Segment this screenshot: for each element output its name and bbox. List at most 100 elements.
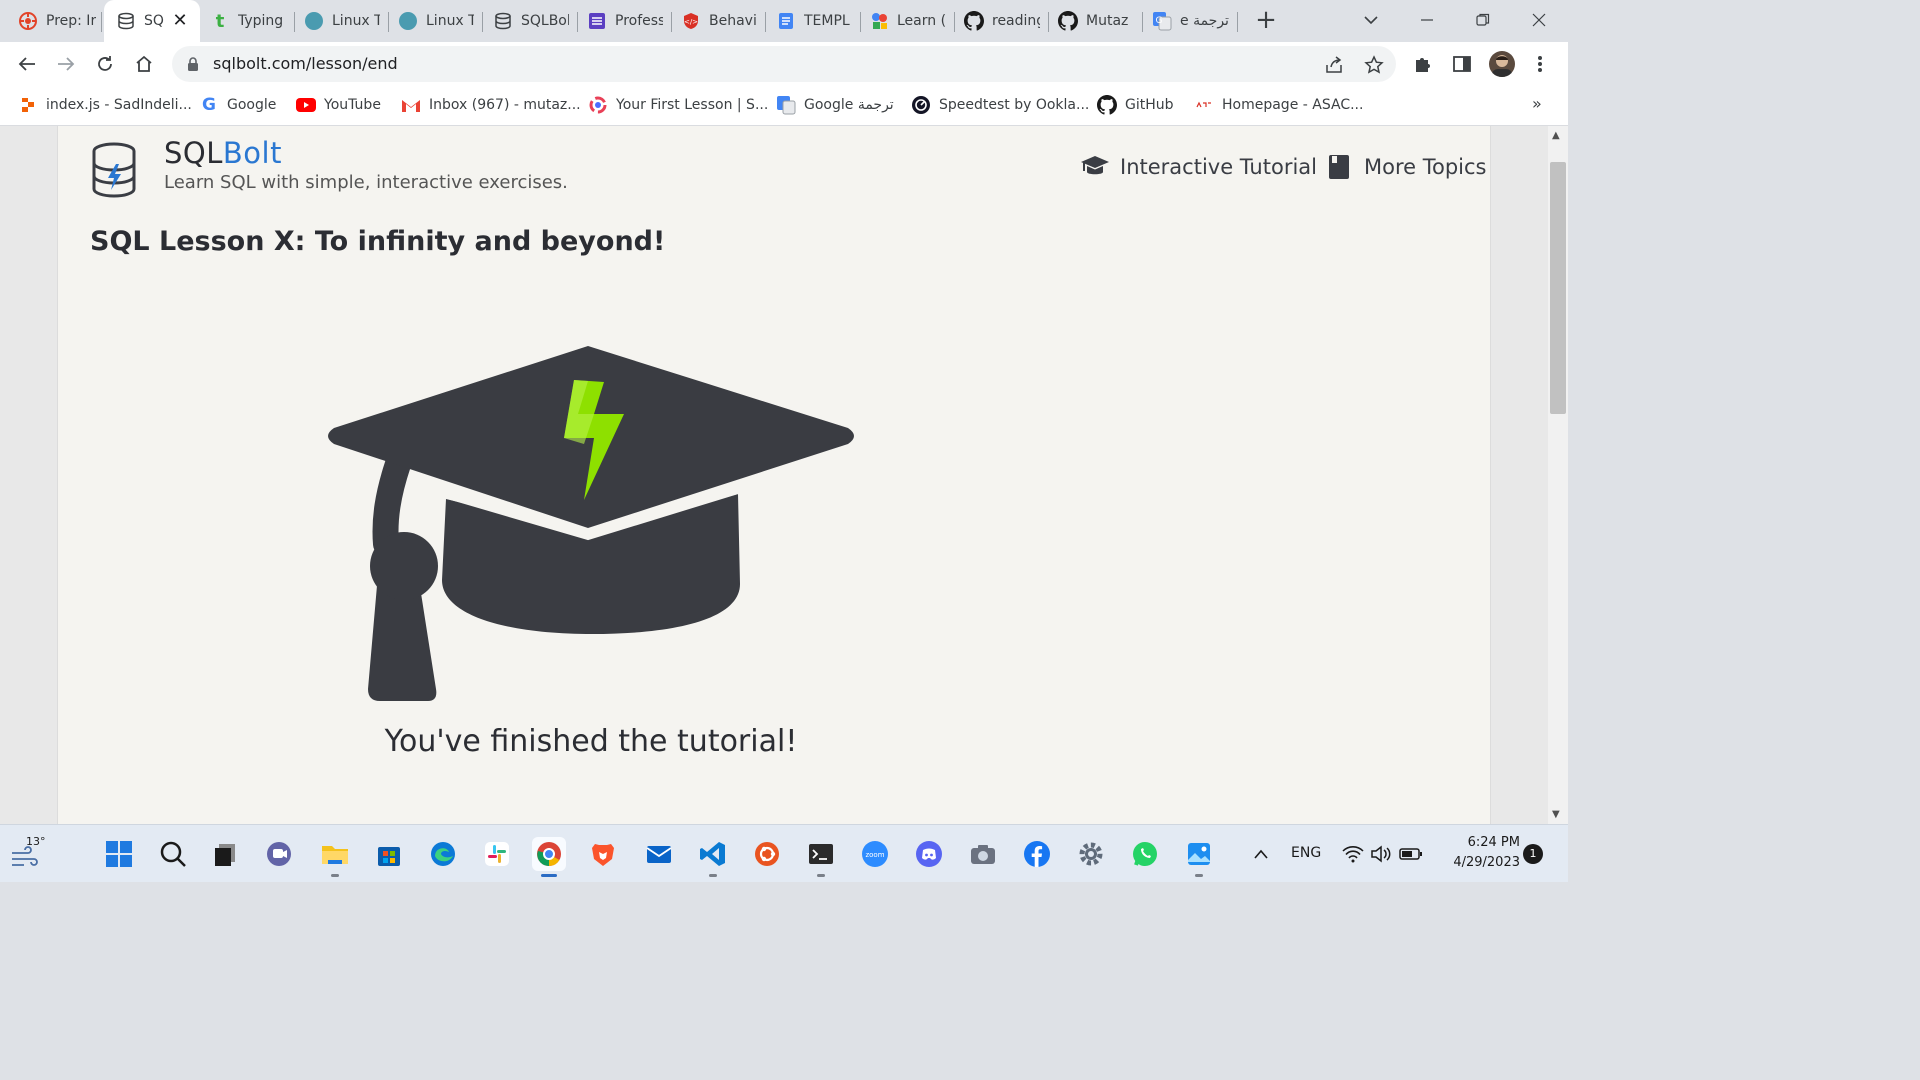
bookmark-label: Speedtest by Ookla... xyxy=(939,97,1090,113)
svg-text:</>: </> xyxy=(684,18,698,26)
tab-reading[interactable]: reading xyxy=(964,6,1040,36)
swirl-icon xyxy=(588,95,608,115)
chat-app[interactable] xyxy=(262,837,296,871)
discord-icon xyxy=(916,841,942,867)
show-hidden-icons-button[interactable] xyxy=(1244,837,1278,871)
circle-icon xyxy=(398,11,418,31)
whatsapp-app[interactable] xyxy=(1128,837,1162,871)
reload-button[interactable] xyxy=(91,50,119,78)
search-button[interactable] xyxy=(156,837,190,871)
scroll-down-icon[interactable]: ▼ xyxy=(1552,809,1560,820)
restore-button[interactable] xyxy=(1468,6,1498,34)
tab-title: Linux T xyxy=(426,13,474,29)
bookmark-label: Google ترجمة xyxy=(804,97,894,113)
home-button[interactable] xyxy=(130,50,158,78)
bookmarks-overflow-button[interactable]: » xyxy=(1532,94,1542,113)
notification-badge[interactable]: 1 xyxy=(1523,844,1543,864)
settings-app[interactable] xyxy=(1074,837,1108,871)
file-explorer-app[interactable] xyxy=(318,837,352,877)
page-viewport: SQLBolt Learn SQL with simple, interacti… xyxy=(0,126,1568,824)
nav-more-topics[interactable]: More Topics xyxy=(1324,152,1487,182)
battery-status[interactable] xyxy=(1394,837,1428,871)
bookmark-item[interactable]: Homepage - ASAC... xyxy=(1194,94,1363,116)
github-icon xyxy=(1058,11,1078,31)
store-app[interactable] xyxy=(372,837,406,871)
zoom-app[interactable]: zoom xyxy=(858,837,892,871)
nav-interactive-tutorial[interactable]: Interactive Tutorial xyxy=(1080,152,1317,182)
tab-learn[interactable]: Learn ( xyxy=(869,6,945,36)
svg-text:G: G xyxy=(1156,16,1163,26)
back-button[interactable] xyxy=(13,50,41,78)
mail-app[interactable] xyxy=(642,837,676,871)
tab-sqlbolt[interactable]: SQLBol xyxy=(493,6,569,36)
camera-app[interactable] xyxy=(966,837,1000,871)
tab-mutaz[interactable]: Mutaz xyxy=(1058,6,1134,36)
chrome-app[interactable] xyxy=(532,837,566,877)
chrome-menu-button[interactable] xyxy=(1528,52,1552,76)
site-title[interactable]: SQLBolt xyxy=(164,136,282,170)
tab-linux-2[interactable]: Linux T xyxy=(398,6,474,36)
volume-status[interactable] xyxy=(1364,837,1398,871)
ubuntu-app[interactable] xyxy=(750,837,784,871)
close-window-button[interactable] xyxy=(1524,6,1554,34)
battery-icon xyxy=(1399,848,1422,860)
weather-widget[interactable]: 13° xyxy=(10,833,56,873)
svg-text:zoom: zoom xyxy=(865,851,884,859)
profile-avatar[interactable] xyxy=(1489,51,1515,77)
tab-prep[interactable]: Prep: Ir xyxy=(18,6,98,36)
tab-templ[interactable]: TEMPL xyxy=(776,6,852,36)
bookmark-item[interactable]: Your First Lesson | S... xyxy=(588,94,768,116)
page-scrollbar[interactable]: ▲ ▼ xyxy=(1548,126,1568,824)
tab-separator xyxy=(101,12,102,32)
sqlbolt-logo-icon[interactable] xyxy=(90,142,138,198)
bookmark-item[interactable]: Google ترجمة xyxy=(776,94,894,116)
discord-app[interactable] xyxy=(912,837,946,871)
task-view-button[interactable] xyxy=(208,837,242,871)
tab-title: Behavi xyxy=(709,13,757,29)
windows-start-icon xyxy=(106,841,132,867)
extensions-button[interactable] xyxy=(1411,52,1435,76)
address-bar[interactable]: sqlbolt.com/lesson/end xyxy=(172,46,1396,82)
tab-profess[interactable]: Profess xyxy=(587,6,663,36)
store-icon xyxy=(378,847,400,866)
bookmark-item[interactable]: Speedtest by Ookla... xyxy=(911,94,1089,116)
terminal-app[interactable] xyxy=(804,837,838,877)
edge-app[interactable] xyxy=(426,837,460,871)
forward-button[interactable] xyxy=(52,50,80,78)
tab-search-button[interactable] xyxy=(1356,6,1386,34)
tab-sqlbolt-active[interactable]: SQ ✕ xyxy=(104,0,200,42)
completion-message: You've finished the tutorial! xyxy=(384,724,798,759)
site-tagline: Learn SQL with simple, interactive exerc… xyxy=(164,172,568,193)
system-clock[interactable]: 6:24 PM 4/29/2023 xyxy=(1434,833,1520,873)
scrollbar-thumb[interactable] xyxy=(1550,162,1566,414)
tab-translate[interactable]: G e ترجمة xyxy=(1152,6,1234,36)
bookmark-item[interactable]: G Google xyxy=(199,94,276,116)
minimize-button[interactable] xyxy=(1412,6,1442,34)
tab-linux-1[interactable]: Linux T xyxy=(304,6,380,36)
tab-behavi[interactable]: </> Behavi xyxy=(681,6,757,36)
vscode-app[interactable] xyxy=(696,837,730,877)
bookmark-item[interactable]: index.js - SadIndeli... xyxy=(18,94,192,116)
bookmark-item[interactable]: YouTube xyxy=(296,94,381,116)
terminal-icon xyxy=(809,844,833,864)
brave-app[interactable] xyxy=(586,837,620,871)
share-button[interactable] xyxy=(1323,54,1345,76)
tab-title: Profess xyxy=(615,13,663,29)
slack-app[interactable] xyxy=(480,837,514,871)
youtube-icon xyxy=(296,95,316,115)
new-tab-button[interactable]: + xyxy=(1252,7,1280,35)
facebook-app[interactable] xyxy=(1020,837,1054,871)
bookmark-label: Your First Lesson | S... xyxy=(616,97,769,113)
side-panel-button[interactable] xyxy=(1450,52,1474,76)
bookmark-item[interactable]: Inbox (967) - mutaz... xyxy=(401,94,581,116)
language-indicator[interactable]: ENG xyxy=(1291,845,1321,861)
nav-label: More Topics xyxy=(1364,155,1487,179)
tab-separator xyxy=(294,12,295,32)
photos-app[interactable] xyxy=(1182,837,1216,877)
tab-typing[interactable]: t Typing xyxy=(210,6,290,36)
bookmark-star-button[interactable] xyxy=(1363,54,1385,76)
scroll-up-icon[interactable]: ▲ xyxy=(1552,130,1560,141)
start-button[interactable] xyxy=(102,837,136,871)
close-tab-icon[interactable]: ✕ xyxy=(170,11,190,31)
bookmark-item[interactable]: GitHub xyxy=(1097,94,1174,116)
